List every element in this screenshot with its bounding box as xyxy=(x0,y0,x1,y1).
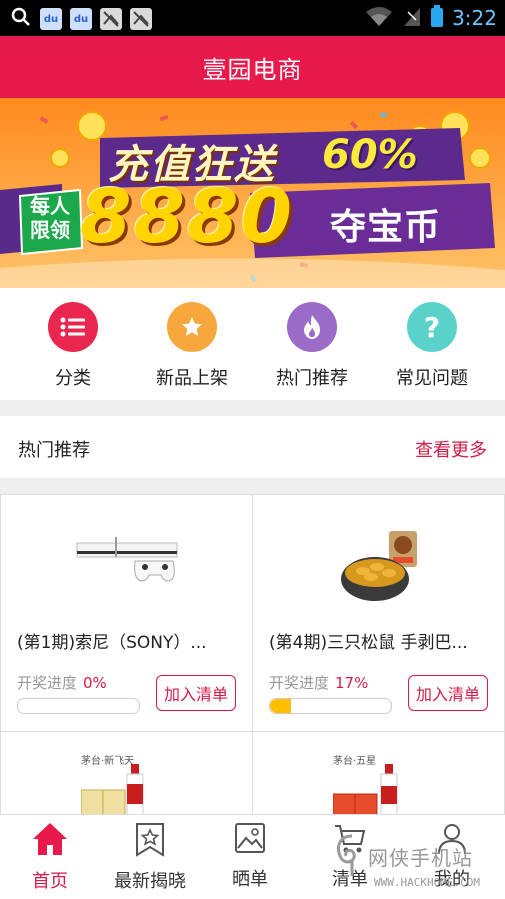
ribbon-star-icon xyxy=(136,823,164,857)
product-card[interactable]: (第1期)索尼（SONY）... 开奖进度 0% 加入清单 xyxy=(0,494,253,732)
quick-nav-new-arrivals[interactable]: 新品上架 xyxy=(132,302,252,390)
quick-nav-label: 新品上架 xyxy=(156,368,228,389)
clock: 3:22 xyxy=(452,6,497,30)
progress-label: 开奖进度 0% xyxy=(17,672,107,693)
status-bar: du du 3:22 xyxy=(0,0,505,36)
promo-banner[interactable]: 充值狂送 60% 每人 限领 8880 夺宝币 xyxy=(0,98,505,288)
product-image xyxy=(333,764,398,820)
see-more-link[interactable]: 查看更多 xyxy=(415,436,487,462)
search-icon xyxy=(10,6,32,32)
hot-section-header: 热门推荐 查看更多 xyxy=(0,416,505,478)
quick-nav-faq[interactable]: ? 常见问题 xyxy=(372,302,492,390)
quick-nav-hot[interactable]: 热门推荐 xyxy=(252,302,372,390)
watermark-text: 网侠手机站 xyxy=(368,846,473,870)
battery-icon xyxy=(430,4,444,32)
progress-bar xyxy=(17,698,140,714)
watermark: 网侠手机站 WWW.HACKHOME.COM xyxy=(328,828,505,898)
question-icon: ? xyxy=(407,302,457,352)
nav-label: 晒单 xyxy=(232,869,268,890)
progress-label: 开奖进度 17% xyxy=(269,672,368,693)
banner-badge-top: 每人 xyxy=(30,194,70,218)
banner-amount: 8880 xyxy=(80,174,294,260)
quick-nav: 分类 新品上架 热门推荐 ? 常见问题 xyxy=(0,288,505,400)
watermark-logo-icon xyxy=(337,834,356,876)
signal-icon xyxy=(402,4,422,32)
nav-label: 最新揭晓 xyxy=(114,871,186,892)
no-signal-icon xyxy=(130,8,152,30)
quick-nav-label: 热门推荐 xyxy=(276,368,348,389)
nav-label: 首页 xyxy=(32,871,68,892)
product-image xyxy=(76,537,178,582)
product-name: (第4期)三只松鼠 手剥巴... xyxy=(269,633,468,653)
home-icon xyxy=(33,823,67,855)
no-signal-icon xyxy=(100,8,122,30)
product-card[interactable]: 茅台·新飞天 xyxy=(0,731,253,821)
quick-nav-category[interactable]: 分类 xyxy=(13,302,133,390)
wifi-icon xyxy=(364,4,394,32)
banner-unit: 夺宝币 xyxy=(330,207,442,248)
page-title: 壹园电商 xyxy=(202,55,303,84)
banner-badge: 每人 限领 xyxy=(22,194,78,242)
product-image xyxy=(81,764,144,820)
add-to-list-button[interactable]: 加入清单 xyxy=(408,675,488,711)
add-to-list-button[interactable]: 加入清单 xyxy=(156,675,236,711)
list-icon xyxy=(48,302,98,352)
quick-nav-label: 分类 xyxy=(55,368,91,389)
product-name: (第1期)索尼（SONY）... xyxy=(17,633,207,653)
app-header: 壹园电商 xyxy=(0,36,505,98)
watermark-url: WWW.HACKHOME.COM xyxy=(374,876,480,889)
progress-bar xyxy=(269,698,392,714)
banner-percent: 60% xyxy=(322,132,418,178)
nav-latest[interactable]: 最新揭晓 xyxy=(100,821,200,893)
progress-label-text: 开奖进度 xyxy=(269,674,330,692)
progress-label-text: 开奖进度 xyxy=(17,674,78,692)
progress-value: 17% xyxy=(335,674,369,692)
nav-home[interactable]: 首页 xyxy=(0,821,100,893)
progress-fill xyxy=(270,699,291,713)
baidu-icon: du xyxy=(70,8,92,30)
flame-icon xyxy=(287,302,337,352)
product-card[interactable]: 茅台·五星 xyxy=(252,731,505,821)
quick-nav-label: 常见问题 xyxy=(396,368,468,389)
nav-share[interactable]: 晒单 xyxy=(200,821,300,891)
star-icon xyxy=(167,302,217,352)
banner-badge-bottom: 限领 xyxy=(30,218,70,242)
product-image xyxy=(341,531,417,601)
product-card[interactable]: (第4期)三只松鼠 手剥巴... 开奖进度 17% 加入清单 xyxy=(252,494,505,732)
section-title: 热门推荐 xyxy=(18,440,90,461)
product-grid: (第1期)索尼（SONY）... 开奖进度 0% 加入清单 (第4期)三只松鼠 手… xyxy=(0,494,505,821)
image-icon xyxy=(235,823,265,853)
progress-value: 0% xyxy=(83,674,107,692)
baidu-icon: du xyxy=(40,8,62,30)
